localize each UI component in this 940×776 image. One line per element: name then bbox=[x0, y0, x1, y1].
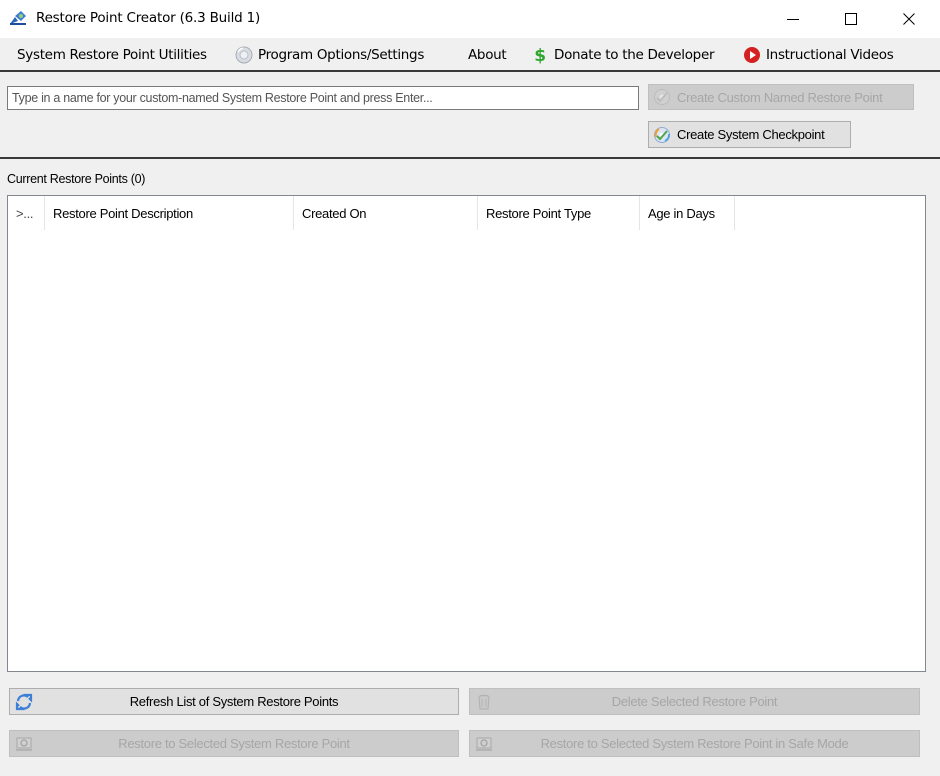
restore-points-list[interactable]: >... Restore Point Description Created O… bbox=[7, 195, 926, 672]
list-body bbox=[8, 230, 925, 671]
column-header-created-on[interactable]: Created On bbox=[294, 196, 478, 230]
refresh-list-button[interactable]: Refresh List of System Restore Points bbox=[9, 688, 459, 715]
disc-check-icon bbox=[653, 88, 671, 106]
button-label: Create System Checkpoint bbox=[677, 127, 825, 142]
menu-label: Instructional Videos bbox=[766, 47, 894, 63]
window-title: Restore Point Creator (6.3 Build 1) bbox=[36, 10, 261, 26]
column-header-type[interactable]: Restore Point Type bbox=[478, 196, 640, 230]
button-label: Delete Selected Restore Point bbox=[611, 694, 778, 709]
create-system-checkpoint-button[interactable]: Create System Checkpoint bbox=[648, 121, 851, 148]
button-label: Restore to Selected System Restore Point… bbox=[540, 736, 849, 751]
column-header-age[interactable]: Age in Days bbox=[640, 196, 735, 230]
restore-monitor-icon bbox=[475, 735, 493, 753]
maximize-icon bbox=[845, 13, 857, 25]
create-custom-restore-point-button[interactable]: Create Custom Named Restore Point bbox=[648, 84, 914, 110]
restore-selected-safe-mode-button[interactable]: Restore to Selected System Restore Point… bbox=[469, 730, 920, 757]
restore-point-name-input[interactable] bbox=[7, 86, 639, 110]
refresh-icon bbox=[15, 693, 33, 711]
menu-about[interactable]: About bbox=[468, 45, 507, 65]
play-icon bbox=[743, 46, 761, 64]
menu-program-options-settings[interactable]: Program Options/Settings bbox=[235, 45, 424, 65]
minimize-icon bbox=[787, 19, 799, 20]
menu-label: About bbox=[468, 47, 507, 63]
list-header: >... Restore Point Description Created O… bbox=[8, 196, 735, 230]
restore-app-icon bbox=[9, 10, 27, 26]
button-label: Create Custom Named Restore Point bbox=[677, 89, 883, 105]
title-bar: Restore Point Creator (6.3 Build 1) bbox=[0, 0, 940, 38]
menu-label: Program Options/Settings bbox=[258, 47, 425, 63]
menu-label: Donate to the Developer bbox=[554, 47, 715, 63]
close-button[interactable] bbox=[880, 0, 938, 38]
menu-bar: System Restore Point Utilities Program O… bbox=[0, 38, 940, 72]
maximize-button[interactable] bbox=[822, 0, 880, 38]
trash-icon bbox=[475, 693, 493, 711]
close-icon bbox=[903, 13, 915, 25]
menu-donate[interactable]: $ Donate to the Developer bbox=[531, 45, 714, 65]
settings-disc-icon bbox=[235, 46, 253, 64]
svg-text:$: $ bbox=[534, 46, 546, 64]
column-header-select[interactable]: >... bbox=[8, 196, 45, 230]
disc-check-icon bbox=[653, 126, 671, 144]
button-label: Restore to Selected System Restore Point bbox=[118, 736, 350, 751]
column-header-description[interactable]: Restore Point Description bbox=[45, 196, 294, 230]
section-divider bbox=[0, 157, 940, 159]
delete-restore-point-button[interactable]: Delete Selected Restore Point bbox=[469, 688, 920, 715]
menu-instructional-videos[interactable]: Instructional Videos bbox=[743, 45, 894, 65]
minimize-button[interactable] bbox=[764, 0, 822, 38]
dollar-icon: $ bbox=[531, 46, 549, 64]
button-label: Refresh List of System Restore Points bbox=[129, 694, 339, 709]
menu-system-restore-point-utilities[interactable]: System Restore Point Utilities bbox=[17, 45, 207, 65]
menu-label: System Restore Point Utilities bbox=[17, 47, 207, 63]
restore-points-label: Current Restore Points (0) bbox=[7, 172, 146, 186]
restore-selected-button[interactable]: Restore to Selected System Restore Point bbox=[9, 730, 459, 757]
restore-monitor-icon bbox=[15, 735, 33, 753]
